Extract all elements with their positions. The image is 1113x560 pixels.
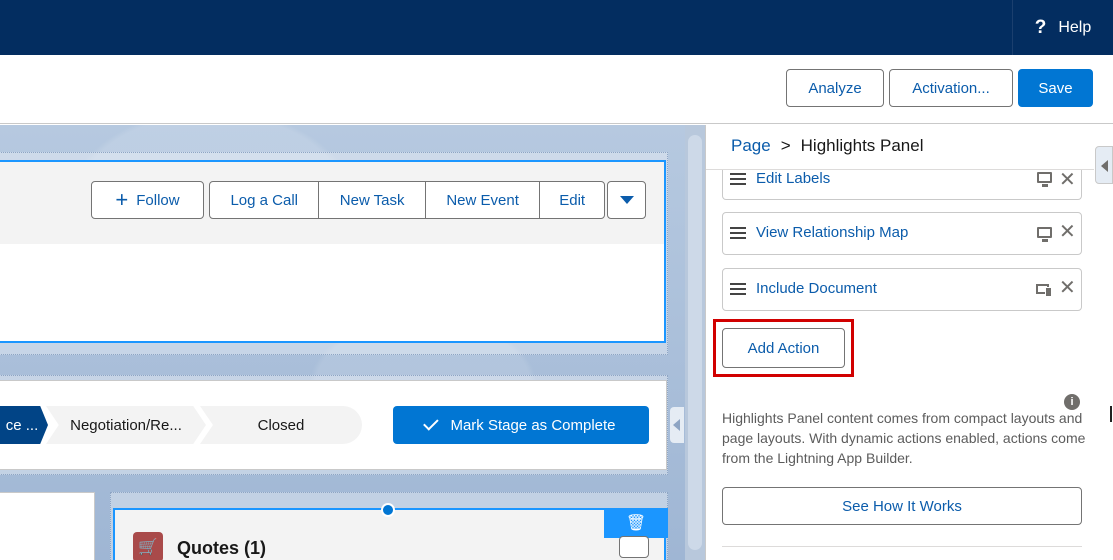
add-component-dot[interactable] [381,503,395,517]
new-event-button[interactable]: New Event [426,182,541,218]
page-canvas: + Follow Log a Call New Task New Event E… [0,125,705,560]
action-item-edit-labels[interactable]: Edit Labels ✕ [722,170,1082,200]
chevron-down-icon [619,196,634,204]
drag-handle-icon[interactable] [730,283,746,295]
save-button[interactable]: Save [1018,69,1093,107]
action-button-group: Log a Call New Task New Event Edit [209,181,605,219]
follow-label: Follow [136,191,180,209]
log-a-call-button[interactable]: Log a Call [210,182,320,218]
breadcrumb: Page > Highlights Panel [731,136,924,156]
close-icon[interactable]: ✕ [1059,222,1076,242]
collapse-panel-button[interactable] [1095,146,1113,184]
path-component[interactable]: ce ... Negotiation/Re... Closed Mark Sta… [0,380,667,470]
highlights-panel-component[interactable]: + Follow Log a Call New Task New Event E… [0,160,666,343]
left-column-card [0,492,95,560]
canvas-side-handle[interactable] [670,407,684,443]
action-label[interactable]: View Relationship Map [756,224,908,241]
activation-button[interactable]: Activation... [889,69,1013,107]
global-header: ? Help [0,0,1113,55]
cart-icon: 🛒 [133,532,163,560]
trash-icon[interactable]: 🗑 [604,508,668,538]
drag-handle-icon[interactable] [730,227,746,239]
path-stage-closed[interactable]: Closed [200,406,362,444]
action-item-include-document[interactable]: Include Document ✕ [722,268,1082,311]
canvas-scrollbar[interactable] [685,125,705,560]
plus-icon: + [115,187,129,212]
drag-handle-icon[interactable] [730,173,746,185]
question-icon: ? [1034,16,1047,38]
text-cursor-icon [1110,406,1112,422]
breadcrumb-separator: > [780,136,791,155]
quotes-dropdown-button[interactable] [619,536,649,558]
path-stage-negotiation[interactable]: Negotiation/Re... [46,406,206,444]
edit-button[interactable]: Edit [540,182,604,218]
help-label: Help [1058,18,1092,36]
panel-description: Highlights Panel content comes from comp… [722,410,1086,466]
mark-complete-label: Mark Stage as Complete [450,416,616,434]
desktop-phone-icon [1036,284,1052,297]
add-action-button[interactable]: Add Action [722,328,845,368]
desktop-icon [1037,172,1052,187]
close-icon[interactable]: ✕ [1059,278,1076,298]
desktop-icon [1037,227,1052,242]
new-task-button[interactable]: New Task [319,182,426,218]
check-icon [423,415,440,431]
action-item-view-relationship-map[interactable]: View Relationship Map ✕ [722,212,1082,255]
quotes-title: Quotes (1) [177,538,267,558]
see-how-it-works-button[interactable]: See How It Works [722,487,1082,525]
builder-toolbar: Analyze Activation... Save [0,55,1113,124]
highlights-header: + Follow Log a Call New Task New Event E… [0,162,664,244]
properties-panel: Page > Highlights Panel Edit Labels ✕ Vi… [705,125,1113,560]
add-action-highlight: Add Action [713,319,854,377]
mark-stage-complete-button[interactable]: Mark Stage as Complete [393,406,649,444]
breadcrumb-current: Highlights Panel [800,136,924,155]
analyze-button[interactable]: Analyze [786,69,884,107]
follow-button[interactable]: + Follow [91,181,204,219]
more-actions-button[interactable] [607,181,646,219]
scrollbar-thumb[interactable] [688,135,702,550]
close-icon[interactable]: ✕ [1059,170,1076,190]
action-label[interactable]: Include Document [756,280,877,297]
path-stage-active[interactable]: ce ... [0,406,48,444]
action-label[interactable]: Edit Labels [756,170,830,187]
panel-divider [722,546,1082,547]
help-button[interactable]: ? Help [1012,0,1113,55]
breadcrumb-page-link[interactable]: Page [731,136,771,156]
